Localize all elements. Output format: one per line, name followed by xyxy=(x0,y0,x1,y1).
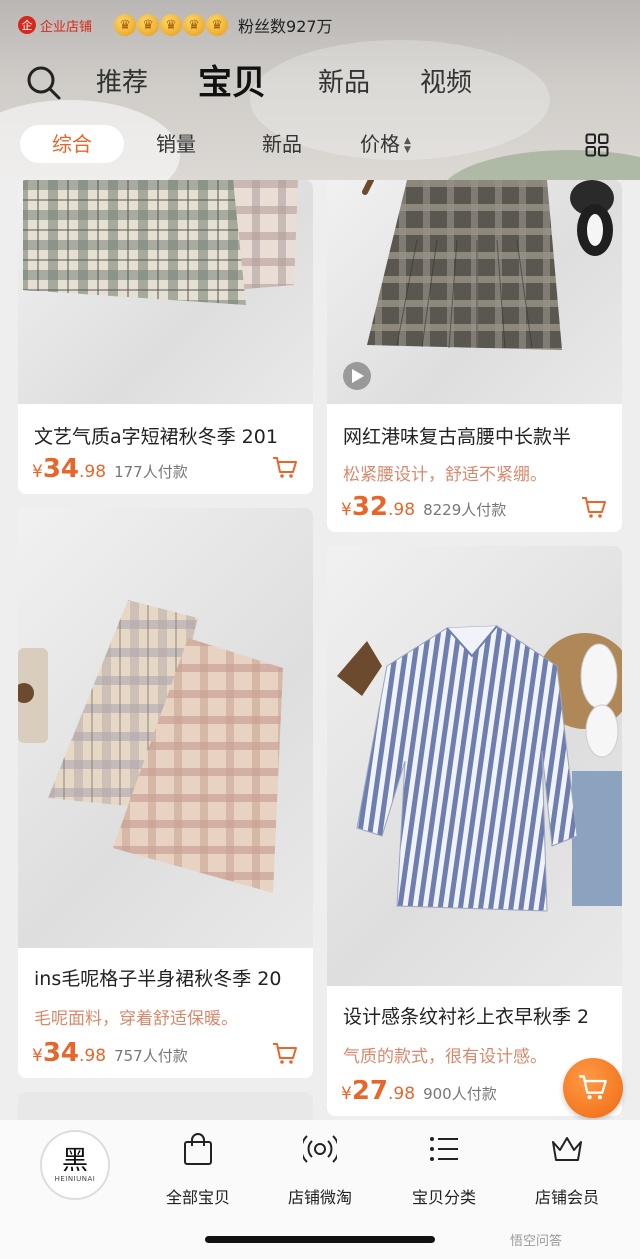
product-price: ¥32.98 8229人付款 xyxy=(341,492,506,522)
product-price: ¥27.98 900人付款 xyxy=(341,1076,497,1106)
add-to-cart-icon[interactable] xyxy=(581,496,607,520)
currency-symbol: ¥ xyxy=(32,1046,43,1066)
nav-membership[interactable]: 店铺会员 xyxy=(512,1132,622,1208)
tab-recommend[interactable]: 推荐 xyxy=(96,55,148,111)
enterprise-store-badge: 企 企业店铺 xyxy=(18,16,92,35)
fans-count: 粉丝数927万 xyxy=(238,17,333,36)
broadcast-icon xyxy=(300,1135,340,1163)
nav-all-products-label: 全部宝贝 xyxy=(165,1188,230,1207)
price-integer: 34 xyxy=(42,454,80,484)
crown-icon: ♛ xyxy=(183,14,206,36)
nav-membership-label: 店铺会员 xyxy=(534,1188,599,1207)
product-card[interactable]: 网红港味复古高腰中长款半 松紧腰设计，舒适不紧绷。 ¥32.98 8229人付款 xyxy=(327,180,622,532)
product-card[interactable]: 文艺气质a字短裙秋冬季 201 ¥34.98 177人付款 xyxy=(18,180,313,494)
product-image-wool-plaid-skirt[interactable] xyxy=(18,508,313,948)
sort-sales[interactable]: 销量 xyxy=(156,125,196,163)
add-to-cart-icon[interactable] xyxy=(272,1042,298,1066)
product-price: ¥34.98 757人付款 xyxy=(32,1038,188,1068)
sort-comprehensive[interactable]: 综合 xyxy=(20,125,124,163)
product-description: 气质的款式，很有设计感。 xyxy=(343,1047,547,1067)
store-badge-label: 企业店铺 xyxy=(40,19,93,35)
logo-text: HEINIUNAI xyxy=(54,1175,96,1183)
product-card[interactable]: ins毛呢格子半身裙秋冬季 20 毛呢面料，穿着舒适保暖。 ¥34.98 757人… xyxy=(18,508,313,1078)
crown-icon xyxy=(552,1137,582,1161)
currency-symbol: ¥ xyxy=(341,1084,352,1104)
nav-categories-label: 宝贝分类 xyxy=(411,1188,476,1207)
product-title[interactable]: 设计感条纹衬衫上衣早秋季 2 xyxy=(343,1002,608,1029)
sold-count: 8229人付款 xyxy=(423,501,507,519)
cart-icon xyxy=(579,1075,607,1100)
product-title[interactable]: ins毛呢格子半身裙秋冬季 20 xyxy=(34,964,299,991)
nav-all-products[interactable]: 全部宝贝 xyxy=(143,1132,253,1208)
nav-store-feed-label: 店铺微淘 xyxy=(287,1188,352,1207)
product-description: 毛呢面料，穿着舒适保暖。 xyxy=(34,1009,238,1029)
store-rating-crowns: ♛ ♛ ♛ ♛ ♛ xyxy=(114,14,229,36)
product-price: ¥34.98 177人付款 xyxy=(32,454,188,484)
price-decimal: .98 xyxy=(388,500,416,520)
grid-view-icon[interactable] xyxy=(585,133,609,157)
product-title[interactable]: 文艺气质a字短裙秋冬季 201 xyxy=(34,422,299,449)
sort-filter-bar: 综合 销量 新品 价格 ▲ ▼ xyxy=(0,125,640,165)
price-decimal: .98 xyxy=(79,1046,107,1066)
product-image-striped-shirt[interactable] xyxy=(327,546,622,986)
logo-mark: 黑 xyxy=(61,1146,88,1176)
sort-new[interactable]: 新品 xyxy=(262,125,302,163)
crown-icon: ♛ xyxy=(160,14,183,36)
home-indicator[interactable] xyxy=(205,1236,435,1243)
store-info-row: 企 企业店铺 ♛ ♛ ♛ ♛ ♛ 粉丝数927万 xyxy=(18,10,333,40)
sort-arrows-icon: ▲ ▼ xyxy=(404,135,411,155)
tab-products[interactable]: 宝贝 xyxy=(198,55,266,111)
list-icon xyxy=(430,1137,458,1161)
currency-symbol: ¥ xyxy=(32,462,43,482)
tab-new[interactable]: 新品 xyxy=(318,55,370,111)
sold-count: 177人付款 xyxy=(114,463,188,481)
price-integer: 32 xyxy=(351,492,389,522)
price-decimal: .98 xyxy=(388,1084,416,1104)
store-nav: 推荐 宝贝 新品 视频 xyxy=(0,55,640,111)
sold-count: 757人付款 xyxy=(114,1047,188,1065)
product-image-pleated-skirt[interactable] xyxy=(327,180,622,404)
crown-icon: ♛ xyxy=(137,14,160,36)
sort-price[interactable]: 价格 ▲ ▼ xyxy=(360,125,411,163)
shopping-bag-icon xyxy=(184,1133,212,1165)
price-decimal: .98 xyxy=(79,462,107,482)
add-to-cart-icon[interactable] xyxy=(272,456,298,480)
sold-count: 900人付款 xyxy=(423,1085,497,1103)
tab-video[interactable]: 视频 xyxy=(420,55,472,111)
price-integer: 34 xyxy=(42,1038,80,1068)
product-title[interactable]: 网红港味复古高腰中长款半 xyxy=(343,422,608,449)
sort-price-label: 价格 xyxy=(360,132,400,156)
currency-symbol: ¥ xyxy=(341,500,352,520)
crown-icon: ♛ xyxy=(206,14,229,36)
product-card[interactable]: 设计感条纹衬衫上衣早秋季 2 气质的款式，很有设计感。 ¥27.98 900人付款 xyxy=(327,546,622,1116)
price-integer: 27 xyxy=(351,1076,389,1106)
store-logo[interactable]: 黑 HEINIUNAI xyxy=(40,1130,110,1200)
nav-categories[interactable]: 宝贝分类 xyxy=(389,1132,499,1208)
search-icon[interactable] xyxy=(26,65,62,101)
store-header: 企 企业店铺 ♛ ♛ ♛ ♛ ♛ 粉丝数927万 推荐 宝贝 新品 视频 综合 … xyxy=(0,0,640,180)
crown-icon: ♛ xyxy=(114,14,137,36)
product-image-plaid-skirt[interactable] xyxy=(18,180,313,404)
enterprise-icon: 企 xyxy=(18,16,36,34)
watermark: 悟空问答 xyxy=(510,1234,563,1249)
product-description: 松紧腰设计，舒适不紧绷。 xyxy=(343,465,547,485)
floating-cart-button[interactable] xyxy=(563,1058,623,1118)
nav-store-feed[interactable]: 店铺微淘 xyxy=(265,1132,375,1208)
